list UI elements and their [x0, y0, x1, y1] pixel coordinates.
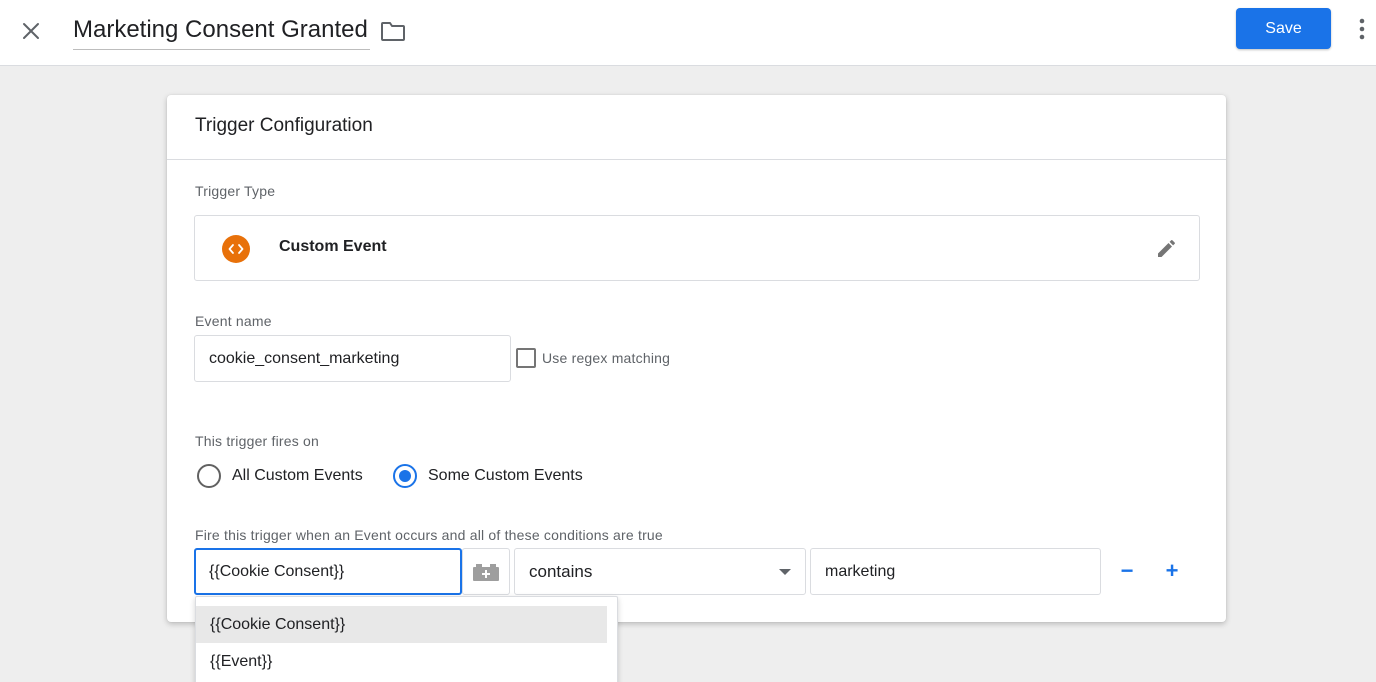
event-name-input[interactable]: cookie_consent_marketing: [194, 335, 511, 382]
add-condition-button[interactable]: +: [1158, 557, 1186, 585]
dropdown-item-cookie-consent[interactable]: {{Cookie Consent}}: [196, 606, 607, 643]
card-title: Trigger Configuration: [195, 115, 373, 136]
condition-value-input[interactable]: marketing: [810, 548, 1101, 595]
regex-checkbox-label: Use regex matching: [542, 350, 671, 366]
folder-icon[interactable]: [378, 16, 408, 46]
radio-all-custom-events-label[interactable]: All Custom Events: [232, 467, 363, 485]
trigger-type-name: Custom Event: [279, 238, 387, 255]
radio-some-custom-events-label[interactable]: Some Custom Events: [428, 467, 583, 485]
event-name-label: Event name: [195, 313, 272, 329]
more-options-icon[interactable]: [1350, 14, 1374, 44]
dropdown-arrow-icon: [779, 569, 791, 575]
trigger-type-label: Trigger Type: [195, 183, 276, 199]
radio-some-custom-events[interactable]: [393, 464, 417, 488]
condition-operator-value: contains: [529, 561, 593, 581]
trigger-title[interactable]: Marketing Consent Granted: [73, 14, 370, 50]
variable-picker-icon[interactable]: [462, 548, 510, 595]
radio-selected-dot: [399, 470, 411, 482]
variable-suggestions-dropdown: {{Cookie Consent}} {{Event}}: [195, 596, 618, 682]
condition-operator-select[interactable]: contains: [514, 548, 806, 595]
condition-label: Fire this trigger when an Event occurs a…: [195, 527, 663, 543]
fires-on-label: This trigger fires on: [195, 433, 320, 449]
close-icon[interactable]: [14, 14, 48, 48]
save-button[interactable]: Save: [1236, 8, 1331, 49]
regex-checkbox[interactable]: [516, 348, 536, 368]
trigger-type-selector[interactable]: Custom Event: [194, 215, 1200, 281]
pencil-icon[interactable]: [1153, 236, 1179, 262]
top-bar: Marketing Consent Granted Save: [0, 0, 1376, 66]
remove-condition-button[interactable]: −: [1113, 557, 1141, 585]
condition-variable-input[interactable]: {{Cookie Consent}}: [194, 548, 462, 595]
custom-event-icon: [222, 235, 250, 263]
trigger-configuration-card: Trigger Configuration Trigger Type Custo…: [167, 95, 1226, 622]
radio-all-custom-events[interactable]: [197, 464, 221, 488]
dropdown-item-event[interactable]: {{Event}}: [196, 643, 617, 680]
card-header: Trigger Configuration: [167, 95, 1226, 160]
